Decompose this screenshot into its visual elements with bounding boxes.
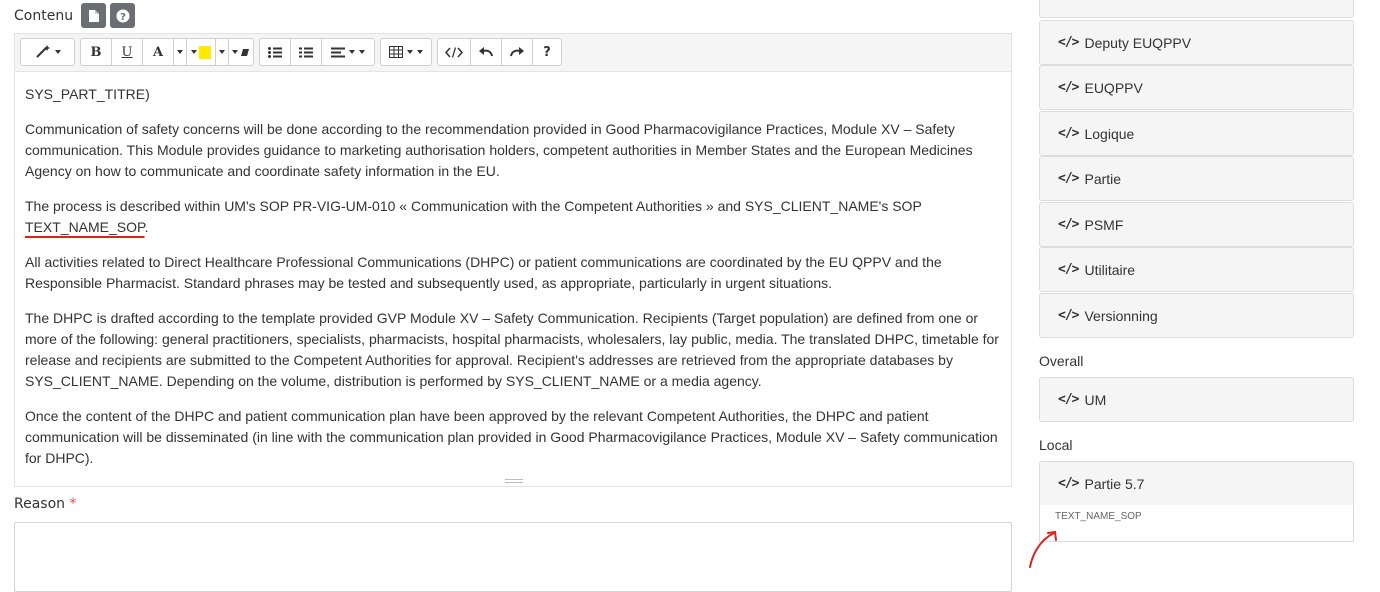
code-icon: </> xyxy=(1058,392,1080,407)
code-icon: </> xyxy=(1058,217,1080,232)
help-button[interactable]: ? xyxy=(532,38,562,66)
sidebar-item-label: Partie 5.7 xyxy=(1084,475,1145,492)
document-button[interactable] xyxy=(81,3,107,28)
sidebar-item[interactable]: </> UM xyxy=(1039,377,1354,422)
sidebar-item-label: PSMF xyxy=(1084,216,1124,233)
align-button[interactable] xyxy=(321,38,375,66)
undo-icon xyxy=(479,47,493,57)
chevron-down-icon xyxy=(359,50,365,54)
code-icon: </> xyxy=(1058,476,1080,491)
paragraph: The DHPC is drafted according to the tem… xyxy=(25,310,999,389)
sidebar-item[interactable]: </> EUQPPV xyxy=(1039,65,1354,110)
numbered-list-button[interactable] xyxy=(290,38,322,66)
sidebar-item-label: Versionning xyxy=(1084,307,1158,324)
reason-textarea[interactable] xyxy=(14,522,1012,592)
sop-end: . xyxy=(144,219,149,235)
sidebar-item[interactable]: </> PSMF xyxy=(1039,202,1354,247)
table-icon xyxy=(389,46,403,58)
local-section-label: Local xyxy=(1039,437,1073,453)
sidebar-item[interactable]: </> Utilitaire xyxy=(1039,247,1354,292)
editor-toolbar: B U A ? xyxy=(15,34,1011,72)
bullet-list-icon xyxy=(268,46,282,58)
chevron-down-icon xyxy=(232,50,238,54)
resize-handle[interactable] xyxy=(505,479,523,483)
font-color-button[interactable]: A xyxy=(142,38,174,66)
overall-section-label: Overall xyxy=(1039,353,1084,369)
highlight-dropdown[interactable] xyxy=(215,38,229,66)
code-icon: </> xyxy=(1058,126,1080,141)
editor-content[interactable]: SYS_PART_TITRE) Communication of safety … xyxy=(15,72,1011,469)
chevron-down-icon xyxy=(349,50,355,54)
redo-icon xyxy=(510,47,524,57)
chevron-down-icon xyxy=(177,50,183,54)
code-icon xyxy=(445,46,463,58)
chevron-down-icon xyxy=(417,50,423,54)
chevron-down-icon xyxy=(191,50,197,54)
code-view-button[interactable] xyxy=(437,38,471,66)
code-icon: </> xyxy=(1058,308,1080,323)
paragraph: SYS_PART_TITRE) xyxy=(25,86,150,102)
help-button[interactable]: ? xyxy=(110,3,136,28)
paragraph: Once the content of the DHPC and patient… xyxy=(25,408,998,466)
sidebar-item-label: EUQPPV xyxy=(1084,79,1143,96)
sop-text: The process is described within UM's SOP… xyxy=(25,198,922,214)
reason-label: Reason * xyxy=(14,496,76,512)
sidebar-item-label: Logique xyxy=(1084,125,1135,142)
highlight-swatch-icon xyxy=(199,45,211,59)
content-label: Contenu xyxy=(14,7,74,24)
local-item-detail: TEXT_NAME_SOP xyxy=(1039,505,1354,542)
numbered-list-icon xyxy=(299,47,313,57)
paragraph: The process is described within UM's SOP… xyxy=(25,196,1001,238)
undo-button[interactable] xyxy=(470,38,502,66)
sidebar-item[interactable]: </> Deputy EUQPPV xyxy=(1039,20,1354,65)
chevron-down-icon xyxy=(407,50,413,54)
document-icon xyxy=(88,9,99,22)
sidebar-item-label: UM xyxy=(1084,391,1107,408)
sidebar-item-label: Utilitaire xyxy=(1084,261,1136,278)
code-icon: </> xyxy=(1058,171,1080,186)
highlight-button[interactable] xyxy=(186,38,216,66)
underline-button[interactable]: U xyxy=(111,38,143,66)
align-left-icon xyxy=(331,47,345,57)
content-label-row: Contenu ? xyxy=(14,3,136,28)
sidebar-item[interactable]: </> Partie xyxy=(1039,156,1354,201)
sidebar-item[interactable]: </> Logique xyxy=(1039,111,1354,156)
magic-wand-icon xyxy=(35,45,50,58)
annotation-arrow-icon xyxy=(1029,530,1057,568)
bold-button[interactable]: B xyxy=(80,38,112,66)
chevron-down-icon xyxy=(54,50,61,54)
paragraph: Communication of safety concerns will be… xyxy=(25,121,973,179)
code-icon: </> xyxy=(1058,35,1080,50)
paragraph: All activities related to Direct Healthc… xyxy=(25,254,942,291)
required-mark: * xyxy=(69,496,77,512)
eraser-icon xyxy=(241,48,249,56)
reason-label-text: Reason xyxy=(14,496,66,512)
chevron-down-icon xyxy=(219,50,225,54)
help-circle-icon: ? xyxy=(116,9,130,23)
sidebar-item[interactable]: </> Partie 5.7 xyxy=(1039,461,1354,506)
sidebar-item[interactable]: </> Versionning xyxy=(1039,293,1354,338)
svg-text:?: ? xyxy=(120,12,126,23)
sidebar-item-label: Partie xyxy=(1084,170,1122,187)
rich-text-editor: B U A ? SYS_PART_TITRE) Communication of… xyxy=(14,33,1012,487)
code-icon: </> xyxy=(1058,80,1080,95)
magic-style-button[interactable] xyxy=(20,38,75,66)
table-button[interactable] xyxy=(380,38,432,66)
sop-token: TEXT_NAME_SOP xyxy=(25,219,145,235)
bullet-list-button[interactable] xyxy=(259,38,291,66)
redo-button[interactable] xyxy=(501,38,533,66)
sidebar-item-label: Deputy EUQPPV xyxy=(1084,34,1192,51)
sidebar-item-partial[interactable] xyxy=(1039,0,1354,18)
code-icon: </> xyxy=(1058,262,1080,277)
clear-format-button[interactable] xyxy=(228,38,254,66)
font-color-dropdown[interactable] xyxy=(173,38,187,66)
